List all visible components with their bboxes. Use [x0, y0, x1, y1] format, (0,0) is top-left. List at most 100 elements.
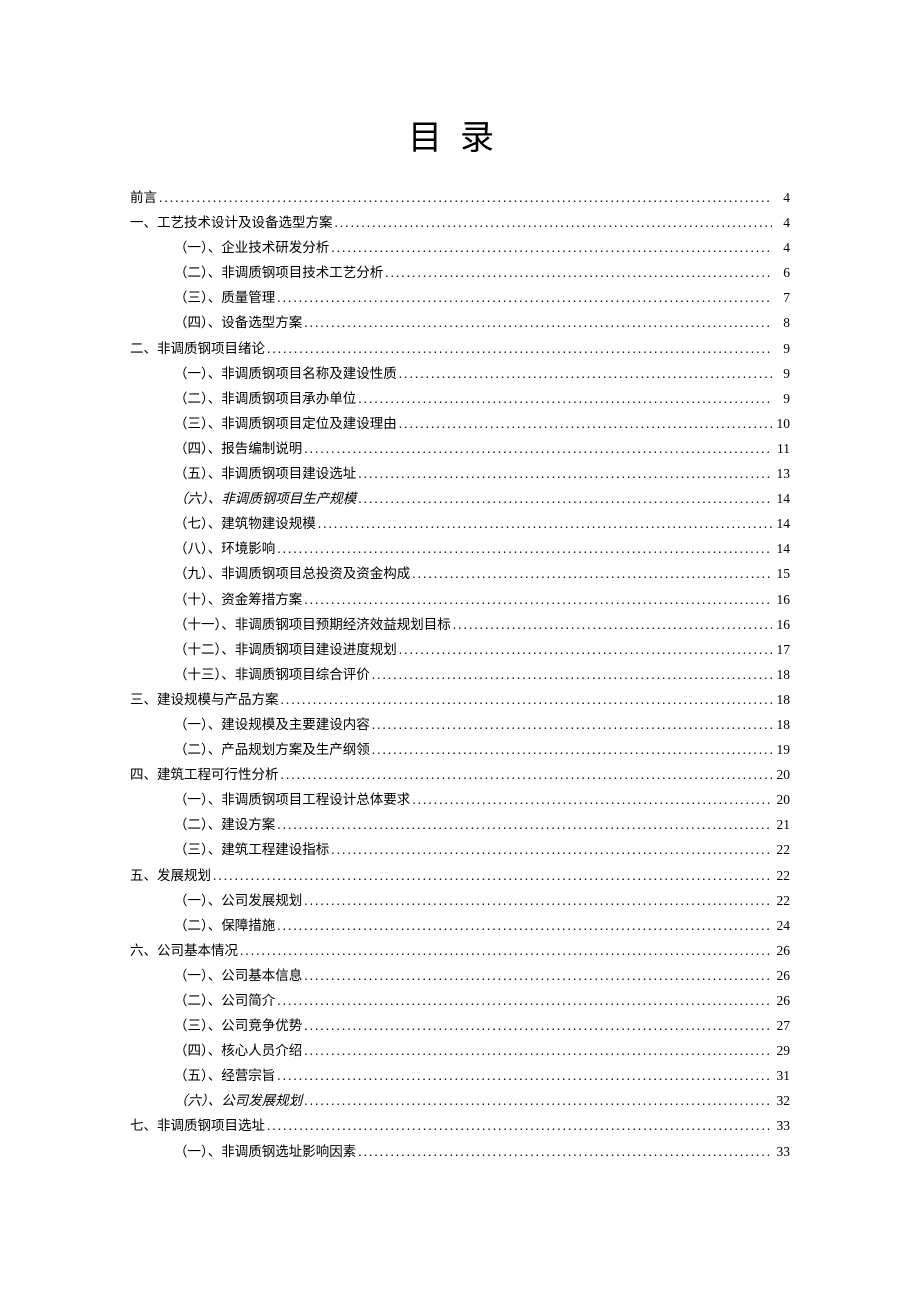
toc-entry-page: 27: [772, 1019, 790, 1033]
toc-entry-page: 18: [772, 693, 790, 707]
toc-entry-label: （二）、保障措施: [174, 919, 275, 933]
toc-entry-label: （十一）、非调质钢项目预期经济效益规划目标: [174, 618, 451, 632]
toc-leader-dots: [397, 417, 772, 431]
toc-entry-label: （二）、产品规划方案及生产纲领: [174, 743, 370, 757]
toc-entry: （四）、设备选型方案 8: [130, 316, 790, 330]
toc-entry-page: 18: [772, 668, 790, 682]
toc-entry-page: 21: [772, 818, 790, 832]
toc-leader-dots: [302, 1094, 772, 1108]
toc-entry-label: （八）、环境影响: [174, 542, 275, 556]
toc-entry-label: （四）、设备选型方案: [174, 316, 302, 330]
toc-entry-page: 6: [772, 266, 790, 280]
toc-entry: （四）、核心人员介绍 29: [130, 1044, 790, 1058]
toc-entry: （三）、非调质钢项目定位及建设理由10: [130, 417, 790, 431]
toc-leader-dots: [410, 567, 772, 581]
toc-entry-page: 33: [772, 1145, 790, 1159]
toc-leader-dots: [410, 793, 772, 807]
toc-entry: 七、非调质钢项目选址33: [130, 1119, 790, 1133]
toc-entry-label: （四）、报告编制说明: [174, 442, 302, 456]
toc-entry-label: （六）、非调质钢项目生产规模: [174, 492, 356, 506]
toc-entry: （六）、非调质钢项目生产规模14: [130, 492, 790, 506]
toc-entry-page: 14: [772, 517, 790, 531]
toc-entry-label: （九）、非调质钢项目总投资及资金构成: [174, 567, 410, 581]
toc-entry-page: 11: [772, 442, 790, 456]
toc-entry-label: （二）、公司简介: [174, 994, 275, 1008]
toc-entry-label: （一）、公司发展规划: [174, 894, 302, 908]
toc-leader-dots: [275, 1069, 772, 1083]
toc-entry-page: 7: [772, 291, 790, 305]
toc-leader-dots: [302, 442, 772, 456]
toc-entry-page: 26: [772, 994, 790, 1008]
toc-entry: （二）、非调质钢项目技术工艺分析6: [130, 266, 790, 280]
toc-entry-label: （七）、建筑物建设规模: [174, 517, 316, 531]
toc-entry-page: 32: [772, 1094, 790, 1108]
toc-leader-dots: [356, 492, 772, 506]
toc-entry-label: （一）、非调质钢项目工程设计总体要求: [174, 793, 410, 807]
toc-entry-label: （一）、非调质钢选址影响因素: [174, 1145, 356, 1159]
toc-entry-label: 一、工艺技术设计及设备选型方案: [130, 216, 333, 230]
toc-leader-dots: [275, 994, 772, 1008]
toc-entry: （二）、公司简介 26: [130, 994, 790, 1008]
toc-entry-label: （一）、建设规模及主要建设内容: [174, 718, 370, 732]
toc-leader-dots: [238, 944, 772, 958]
toc-entry-label: （五）、非调质钢项目建设选址: [174, 467, 356, 481]
toc-entry-page: 8: [772, 316, 790, 330]
toc-entry-label: （一）、公司基本信息: [174, 969, 302, 983]
toc-entry-label: （十二）、非调质钢项目建设进度规划: [174, 643, 397, 657]
toc-leader-dots: [275, 919, 772, 933]
toc-leader-dots: [265, 1119, 772, 1133]
toc-entry: （三）、公司竞争优势 27: [130, 1019, 790, 1033]
toc-entry-label: 前言: [130, 191, 157, 205]
toc-entry-page: 24: [772, 919, 790, 933]
toc-entry-label: （三）、公司竞争优势: [174, 1019, 302, 1033]
toc-entry-page: 4: [772, 191, 790, 205]
toc-leader-dots: [279, 768, 773, 782]
toc-entry: （一）、建设规模及主要建设内容 18: [130, 718, 790, 732]
toc-entry-label: （二）、非调质钢项目承办单位: [174, 392, 356, 406]
toc-entry-page: 20: [772, 768, 790, 782]
toc-entry-page: 9: [772, 367, 790, 381]
toc-entry: （十三）、非调质钢项目综合评价18: [130, 668, 790, 682]
toc-entry: （十）、资金筹措方案16: [130, 593, 790, 607]
toc-leader-dots: [302, 316, 772, 330]
toc-leader-dots: [356, 467, 772, 481]
toc-entry: 五、发展规划22: [130, 869, 790, 883]
toc-entry-page: 4: [772, 241, 790, 255]
toc-leader-dots: [275, 542, 772, 556]
toc-entry-label: （一）、企业技术研发分析: [174, 241, 329, 255]
toc-entry: （一）、公司发展规划 22: [130, 894, 790, 908]
toc-leader-dots: [302, 969, 772, 983]
toc-entry-label: （四）、核心人员介绍: [174, 1044, 302, 1058]
toc-entry-page: 4: [772, 216, 790, 230]
toc-entry-label: （三）、建筑工程建设指标: [174, 843, 329, 857]
toc-leader-dots: [302, 1019, 772, 1033]
toc-entry: （二）、非调质钢项目承办单位9: [130, 392, 790, 406]
toc-entry-label: （二）、建设方案: [174, 818, 275, 832]
toc-entry: （五）、经营宗旨31: [130, 1069, 790, 1083]
toc-entry-page: 26: [772, 944, 790, 958]
toc-entry: 六、公司基本情况26: [130, 944, 790, 958]
toc-leader-dots: [157, 191, 772, 205]
toc-entry: （一）、非调质钢项目工程设计总体要求20: [130, 793, 790, 807]
toc-entry: （五）、非调质钢项目建设选址13: [130, 467, 790, 481]
toc-entry-page: 29: [772, 1044, 790, 1058]
toc-leader-dots: [302, 1044, 772, 1058]
toc-entry-label: 二、非调质钢项目绪论: [130, 342, 265, 356]
toc-entry-page: 14: [772, 542, 790, 556]
toc-leader-dots: [370, 668, 772, 682]
toc-entry-label: （一）、非调质钢项目名称及建设性质: [174, 367, 397, 381]
toc-leader-dots: [279, 693, 773, 707]
toc-entry-label: （三）、非调质钢项目定位及建设理由: [174, 417, 397, 431]
toc-entry: 四、建筑工程可行性分析20: [130, 768, 790, 782]
toc-leader-dots: [302, 593, 772, 607]
toc-entry-page: 18: [772, 718, 790, 732]
toc-entry-label: （三）、质量管理: [174, 291, 275, 305]
toc-entry-page: 22: [772, 894, 790, 908]
page-title: 目录: [130, 110, 790, 159]
toc-entry: （三）、建筑工程建设指标22: [130, 843, 790, 857]
toc-leader-dots: [329, 241, 772, 255]
toc-leader-dots: [356, 1145, 772, 1159]
toc-entry: （八）、环境影响 14: [130, 542, 790, 556]
toc-leader-dots: [275, 818, 772, 832]
toc-entry: （二）、保障措施 24: [130, 919, 790, 933]
